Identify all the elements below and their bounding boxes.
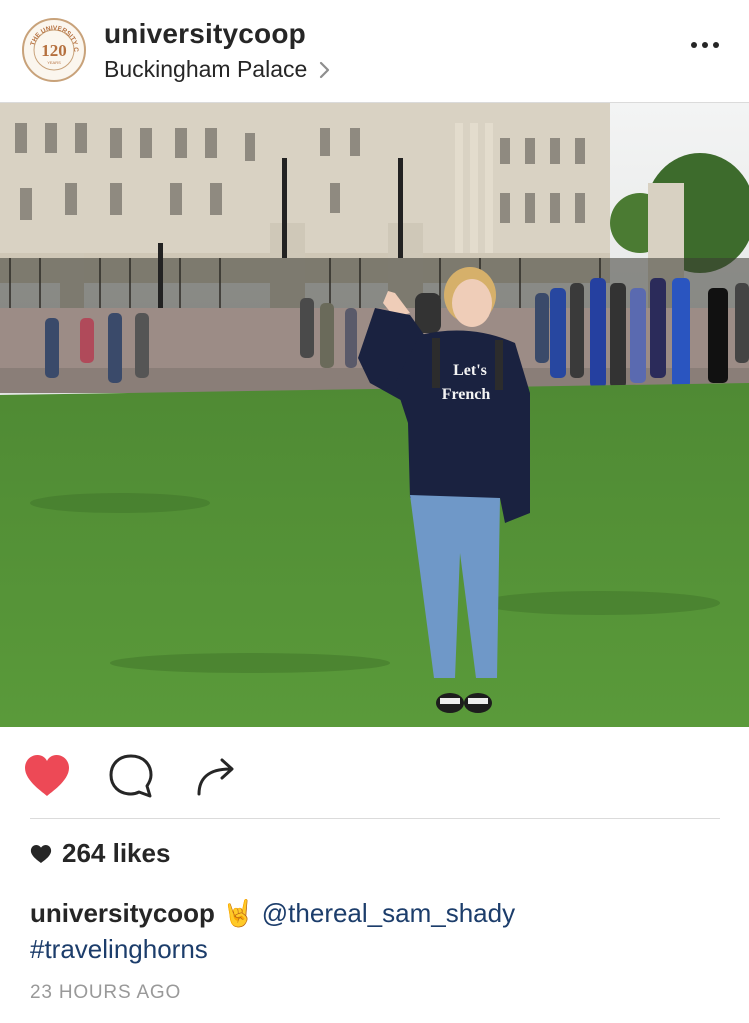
avatar-sub-text: YEARS xyxy=(47,60,61,65)
caption-mention[interactable]: @thereal_sam_shady xyxy=(262,898,515,928)
comment-button[interactable] xyxy=(106,751,156,801)
caption-username[interactable]: universitycoop xyxy=(30,898,215,928)
comment-bubble-icon xyxy=(109,754,153,798)
post-timestamp: 23 HOURS AGO xyxy=(30,982,182,1003)
chevron-right-icon xyxy=(320,61,330,78)
likes-count[interactable]: 264 likes xyxy=(62,838,170,869)
like-button[interactable] xyxy=(22,751,72,801)
share-arrow-icon xyxy=(197,758,234,796)
small-heart-icon xyxy=(30,844,52,863)
post-location[interactable]: Buckingham Palace xyxy=(104,56,335,83)
post-photo[interactable]: Let's French xyxy=(0,103,749,727)
more-dot xyxy=(702,42,708,48)
more-options-button[interactable] xyxy=(691,40,719,50)
more-dot xyxy=(713,42,719,48)
more-horizontal-icon xyxy=(691,42,697,48)
avatar-number: 120 xyxy=(41,41,67,60)
avatar[interactable]: THE UNIVERSITY CO-OP 120 YEARS xyxy=(22,18,86,82)
location-label[interactable]: Buckingham Palace xyxy=(104,56,307,83)
shirt-text-line1: Let's xyxy=(453,362,487,379)
actions-divider xyxy=(30,818,720,819)
heart-filled-icon xyxy=(25,755,69,796)
caption-hashtag[interactable]: #travelinghorns xyxy=(30,934,208,964)
coop-logo-icon: THE UNIVERSITY CO-OP 120 YEARS xyxy=(24,20,82,78)
likes-row[interactable]: 264 likes xyxy=(30,838,170,869)
post-username[interactable]: universitycoop xyxy=(104,18,306,50)
share-button[interactable] xyxy=(192,751,242,801)
caption-emoji: 🤘 xyxy=(222,898,255,928)
photo-image: Let's French xyxy=(0,103,749,727)
post-header: THE UNIVERSITY CO-OP 120 YEARS universit… xyxy=(0,0,749,103)
caption: universitycoop 🤘 @thereal_sam_shady #tra… xyxy=(30,895,720,967)
shirt-text-line2: French xyxy=(442,386,491,403)
post-actions xyxy=(0,727,749,819)
